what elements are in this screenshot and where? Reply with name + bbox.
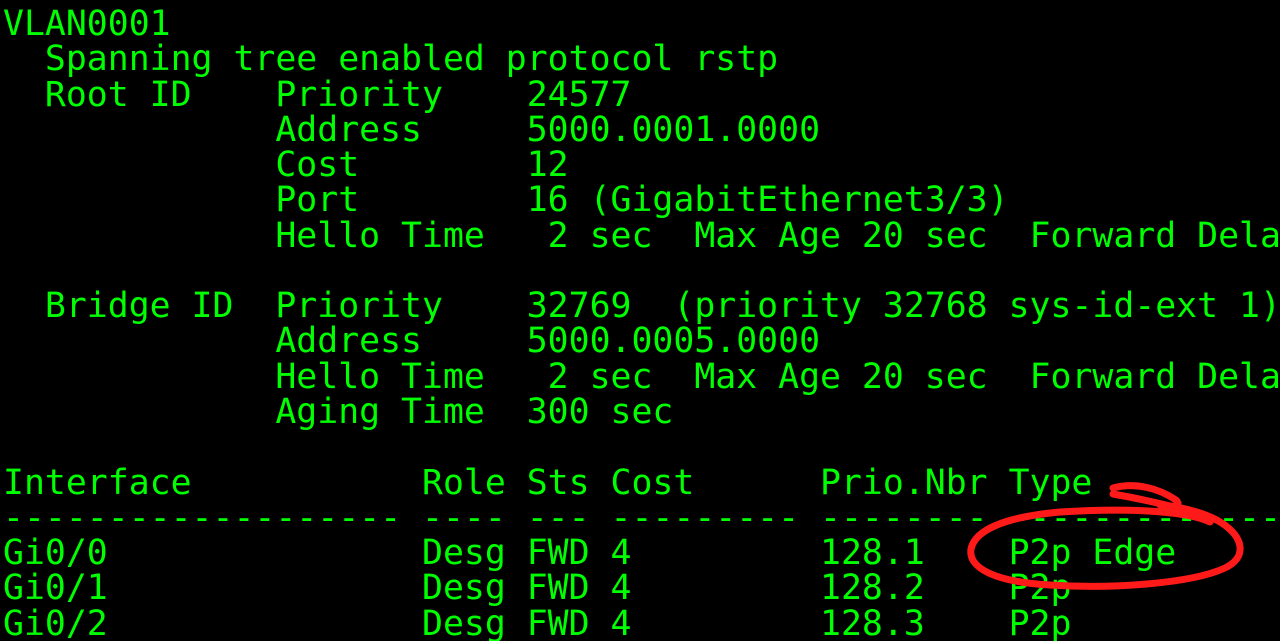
- terminal-line-protocol: Spanning tree enabled protocol rstp: [3, 39, 779, 79]
- terminal-line-row-gi0-0: Gi0/0 Desg FWD 4 128.1 P2p Edge: [3, 533, 1177, 573]
- terminal-line-root-priority: Root ID Priority 24577: [3, 75, 632, 115]
- terminal-line-bridge-timers: Hello Time 2 sec Max Age 20 sec Forward …: [275, 357, 1280, 397]
- terminal-line-root-timers: Hello Time 2 sec Max Age 20 sec Forward …: [275, 216, 1280, 256]
- terminal-line-bridge-address: Address 5000.0005.0000: [3, 321, 821, 361]
- terminal-line-bridge-priority: Bridge ID Priority 32769 (priority 32768…: [3, 286, 1280, 326]
- terminal-line-root-cost: Cost 12: [3, 145, 569, 185]
- terminal-line-table-header: Interface Role Sts Cost Prio.Nbr Type: [3, 463, 1093, 503]
- terminal-line-root-address: Address 5000.0001.0000: [3, 110, 821, 150]
- terminal-line-row-gi0-1: Gi0/1 Desg FWD 4 128.2 P2p: [3, 568, 1072, 608]
- terminal-line-vlan: VLAN0001: [3, 4, 171, 44]
- terminal-line-table-separator: ------------------- ---- --- --------- -…: [3, 498, 1280, 538]
- terminal-line-root-port: Port 16 (GigabitEthernet3/3): [3, 180, 1009, 220]
- terminal-line-row-gi0-2: Gi0/2 Desg FWD 4 128.3 P2p: [3, 604, 1072, 641]
- terminal-line-aging-time: Aging Time 300 sec: [3, 392, 674, 432]
- terminal-output: VLAN0001 Spanning tree enabled protocol …: [0, 0, 1280, 641]
